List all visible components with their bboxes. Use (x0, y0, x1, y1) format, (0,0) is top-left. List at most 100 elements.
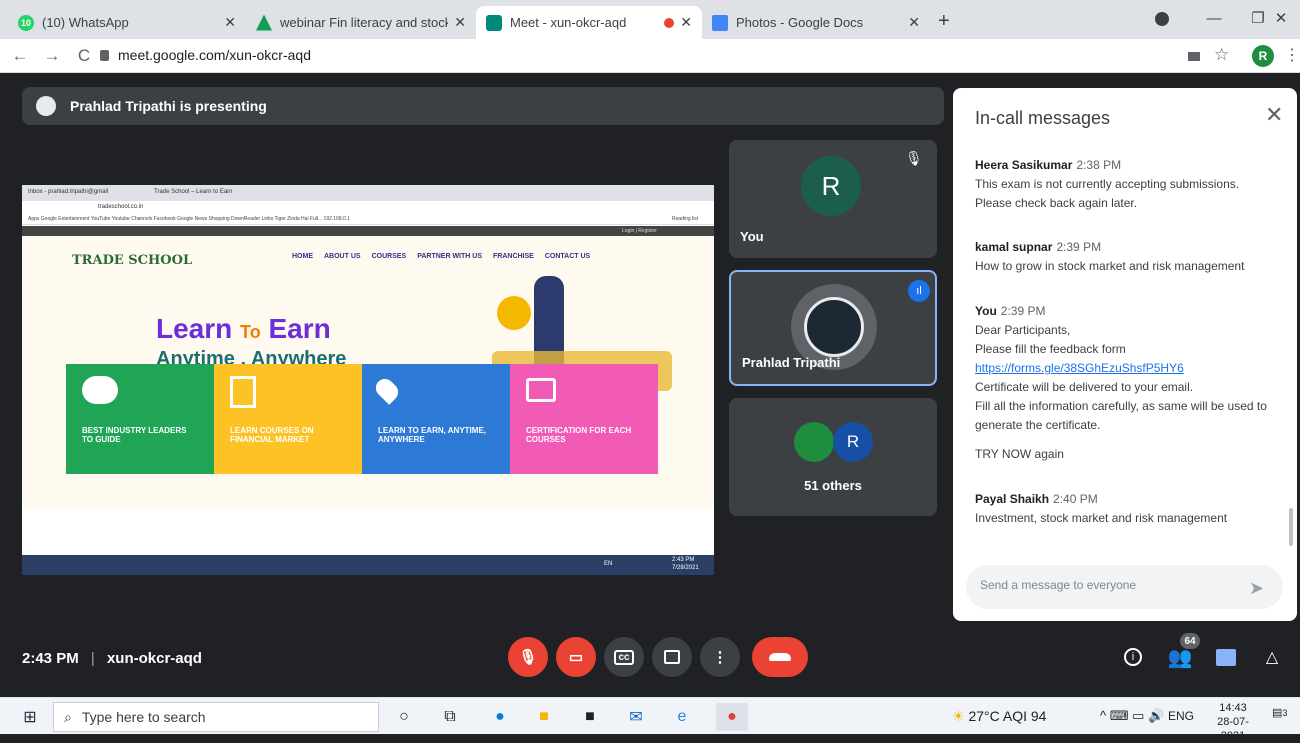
chat-button[interactable] (1210, 637, 1242, 677)
search-icon: ⌕ (64, 708, 72, 725)
message-sender: Heera Sasikumar (975, 158, 1073, 172)
tray-date: 7/28/2021 (672, 565, 699, 571)
login-link: Login | Register (622, 228, 657, 234)
notification-icon: ▤ (1272, 707, 1283, 719)
chrome-icon[interactable]: ● (716, 703, 748, 731)
hangup-icon (769, 653, 791, 661)
url-field[interactable]: meet.google.com/xun-okcr-aqd (118, 47, 311, 63)
info-button[interactable]: i (1117, 637, 1149, 677)
tray-lang: EN (604, 561, 613, 567)
notification-count: 3 (1282, 708, 1288, 718)
close-icon[interactable]: ✕ (908, 14, 920, 31)
store-icon[interactable]: ■ (574, 703, 606, 731)
nav-courses: COURSES (371, 253, 407, 260)
people-count-badge: 64 (1180, 633, 1200, 649)
meeting-code: xun-okcr-aqd (106, 650, 202, 667)
chat-scrollbar[interactable] (1289, 508, 1293, 546)
activities-button[interactable]: △ (1256, 637, 1288, 677)
tab-search-icon[interactable] (1155, 12, 1169, 26)
cortana-icon[interactable]: ○ (388, 703, 420, 731)
tab-whatsapp[interactable]: 10 (10) WhatsApp ✕ (8, 6, 246, 39)
taskbar-search[interactable]: ⌕ Type here to search (53, 702, 379, 732)
forward-icon[interactable]: → (40, 44, 64, 68)
leave-call-button[interactable] (752, 637, 808, 677)
tab-webinar[interactable]: webinar Fin literacy and stock M ✕ (246, 6, 476, 39)
hero-word: To (240, 322, 261, 342)
message-text: Investment, stock market and risk manage… (975, 511, 1228, 525)
windows-start-icon[interactable]: ⊞ (14, 703, 46, 731)
participant-tile-you[interactable]: R 🎙 You (729, 140, 937, 258)
hero-word: Earn (268, 313, 331, 344)
tab-photos-docs[interactable]: Photos - Google Docs ✕ (702, 6, 930, 39)
close-icon[interactable]: ✕ (1265, 102, 1283, 128)
lock-icon (100, 50, 109, 61)
drive-icon (256, 14, 272, 31)
new-tab-icon[interactable]: + (938, 10, 950, 33)
back-icon[interactable]: ← (8, 44, 32, 68)
coin-illustration (497, 296, 531, 330)
tab-meet[interactable]: Meet - xun-okcr-aqd ✕ (476, 6, 702, 39)
avatar (804, 297, 864, 357)
avatar (794, 422, 834, 462)
close-icon[interactable]: ✕ (224, 14, 236, 31)
present-button[interactable] (652, 637, 692, 677)
card-text: LEARN TO EARN, ANYTIME, ANYWHERE (378, 426, 487, 444)
close-icon[interactable]: ✕ (680, 14, 692, 31)
participant-tile-others[interactable]: R 51 others (729, 398, 937, 516)
more-icon: ⋮ (712, 649, 728, 666)
captions-button[interactable]: cc (604, 637, 644, 677)
input-language[interactable]: ENG (1168, 709, 1194, 723)
chat-input[interactable]: Send a message to everyone (966, 565, 1283, 609)
tile-name: 51 others (804, 478, 862, 493)
ie-icon[interactable]: e (666, 703, 698, 731)
nav-home: HOME (292, 253, 313, 260)
task-view-icon[interactable]: ⧉ (434, 703, 466, 731)
taskbar-clock[interactable]: 14:43 28-07-2021 (1210, 701, 1256, 743)
participant-tile-prahlad[interactable]: ıl Prahlad Tripathi (729, 270, 937, 386)
mic-off-icon: 🎙 (518, 649, 538, 666)
certificate-icon (526, 378, 556, 402)
edge-icon[interactable]: ● (484, 703, 516, 731)
tray-time: 2:43 PM (672, 557, 695, 563)
users-icon (82, 376, 118, 404)
bookmarks-text: Apps Google Entertainment YouTube Youtub… (28, 216, 350, 222)
message-time: 2:39 PM (1056, 240, 1102, 254)
shared-addressbar: tradeschool.co.in (22, 201, 714, 213)
tray-icons[interactable]: ^ ⌨ ▭ 🔊 (1100, 708, 1164, 724)
message-text: Dear Participants, (975, 323, 1071, 337)
shared-screen: Inbox - prahlad.tripathi@gmail Trade Sch… (22, 185, 714, 575)
weather-widget[interactable]: ☀ 27°C AQI 94 (952, 708, 1046, 725)
camera-toggle-button[interactable]: ▭ (556, 637, 596, 677)
docs-icon (712, 14, 728, 31)
close-icon[interactable]: ✕ (454, 14, 466, 31)
message-time: 2:40 PM (1053, 492, 1098, 506)
menu-icon[interactable]: ⋮ (1284, 45, 1300, 65)
message-text: Please check back again later. (975, 196, 1138, 210)
mic-toggle-button[interactable]: 🎙 (508, 637, 548, 677)
weather-text: 27°C AQI 94 (968, 708, 1047, 724)
mail-icon[interactable]: ✉ (620, 703, 652, 731)
profile-avatar[interactable]: R (1252, 45, 1274, 67)
search-placeholder: Type here to search (81, 709, 206, 725)
shared-tab: Inbox - prahlad.tripathi@gmail (28, 189, 109, 195)
reload-icon[interactable]: C (72, 44, 96, 68)
file-explorer-icon[interactable]: ■ (528, 703, 560, 731)
tile-name: You (740, 229, 764, 244)
notification-center[interactable]: ▤3 (1272, 706, 1292, 726)
camera-icon[interactable] (1188, 52, 1200, 61)
send-icon[interactable]: ➤ (1249, 578, 1264, 599)
site-hero: TRADE SCHOOL HOME ABOUT US COURSES PARTN… (22, 236, 714, 509)
message-time: 2:38 PM (1076, 158, 1122, 172)
clock-date: 28-07-2021 (1217, 716, 1249, 742)
window-close-icon[interactable]: ✕ (1262, 0, 1300, 36)
minimize-icon[interactable]: — (1192, 0, 1236, 36)
feature-card: LEARN COURSES ON FINANCIAL MARKET (214, 364, 362, 474)
feedback-link[interactable]: https://forms.gle/38SGhEzuShsfP5HY6 (975, 359, 1275, 378)
site-topbar: Login | Register (22, 226, 714, 236)
meeting-info: 2:43 PM | xun-okcr-aqd (22, 650, 202, 667)
present-icon (664, 650, 680, 664)
bookmark-star-icon[interactable]: ☆ (1214, 45, 1229, 65)
card-text: CERTIFICATION FOR EACH COURSES (526, 426, 632, 444)
more-options-button[interactable]: ⋮ (700, 637, 740, 677)
message-gap (975, 435, 1275, 445)
